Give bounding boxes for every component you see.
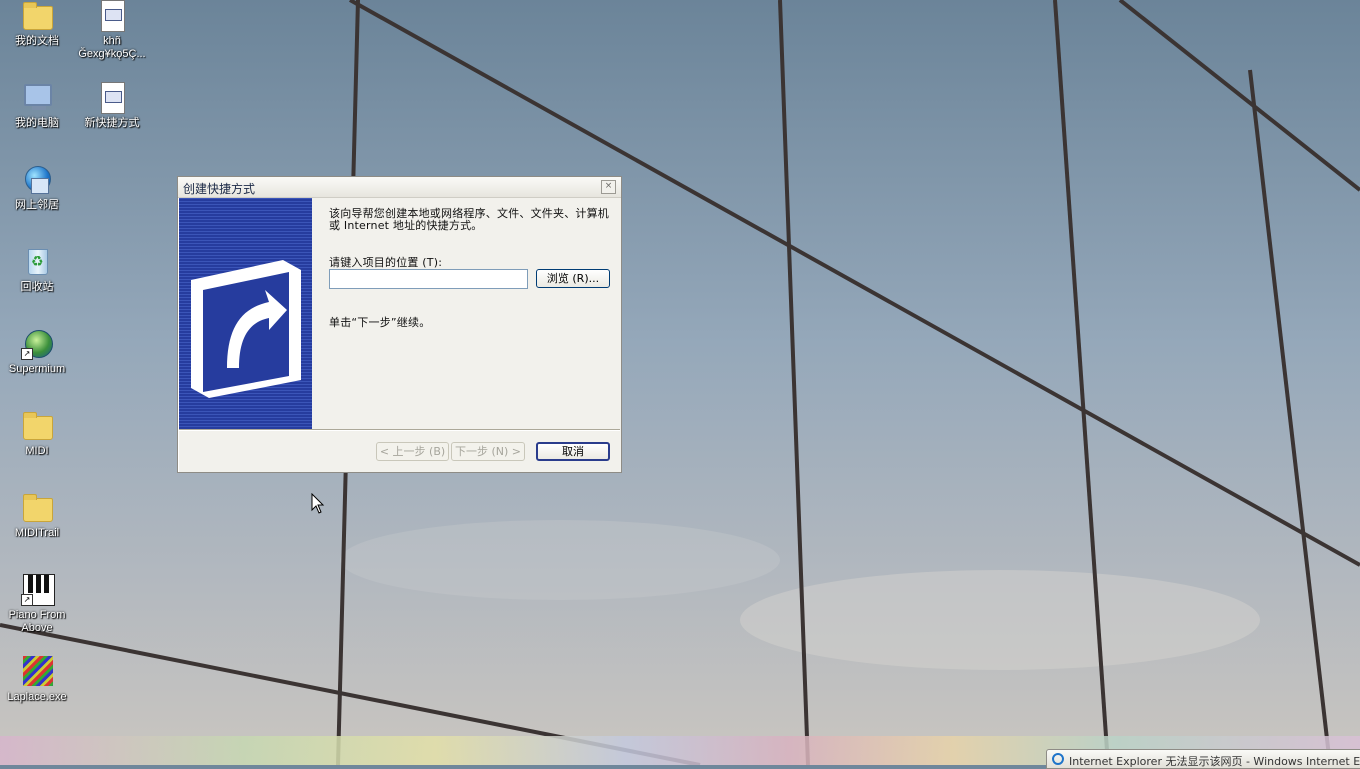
folder-documents-icon — [21, 0, 53, 32]
next-button[interactable]: 下一步 (N) > — [451, 442, 525, 461]
location-label: 请键入项目的位置 (T): — [329, 256, 443, 269]
desktop-icon-my-documents[interactable]: 我的文档 — [0, 0, 74, 48]
cancel-button[interactable]: 取消 — [536, 442, 610, 461]
back-button[interactable]: < 上一步 (B) — [376, 442, 449, 461]
desktop-icon-piano-from-above[interactable]: ↗ Piano From Above — [0, 574, 74, 635]
internet-explorer-icon — [1052, 753, 1064, 765]
browse-button[interactable]: 浏览 (R)... — [536, 269, 610, 288]
laplace-app-icon — [21, 656, 53, 688]
computer-icon — [21, 82, 53, 114]
document-file-icon — [96, 0, 128, 32]
taskbar-item-title: Internet Explorer 无法显示该网页 - Windows Inte… — [1069, 755, 1360, 768]
mouse-cursor-icon — [311, 493, 325, 514]
wizard-banner — [179, 198, 312, 429]
desktop-icon-label: khñ Ğexg¥kǫ5Ç... — [78, 35, 146, 60]
desktop-icon-label: Laplace.exe — [7, 691, 67, 703]
desktop-icon-new-shortcut[interactable]: 新快捷方式 — [75, 82, 149, 130]
document-file-icon — [96, 82, 128, 114]
desktop-icon-label: 网上邻居 — [15, 199, 59, 211]
desktop-icon-label: MIDI — [25, 445, 49, 457]
folder-icon — [21, 410, 53, 442]
desktop-icon-miditrail[interactable]: MIDITrail — [0, 492, 74, 540]
next-step-hint: 单击“下一步”继续。 — [329, 316, 431, 329]
piano-keys-icon: ↗ — [21, 574, 55, 606]
network-globe-icon — [21, 164, 53, 196]
desktop-icon-label: Supermium — [8, 363, 66, 375]
desktop-icon-laplace[interactable]: Laplace.exe — [0, 656, 74, 704]
desktop-icon-file-khn[interactable]: khñ Ğexg¥kǫ5Ç... — [75, 0, 149, 61]
desktop-icon-network-places[interactable]: 网上邻居 — [0, 164, 74, 212]
desktop-icon-label: Piano From Above — [8, 609, 66, 634]
taskbar-item-internet-explorer[interactable]: Internet Explorer 无法显示该网页 - Windows Inte… — [1046, 749, 1360, 769]
desktop-icon-label: 我的文档 — [15, 35, 59, 47]
shortcut-arrow-icon — [179, 198, 312, 429]
supermium-browser-icon: ↗ — [21, 328, 53, 360]
desktop-icon-my-computer[interactable]: 我的电脑 — [0, 82, 74, 130]
desktop-icon-label: 我的电脑 — [15, 117, 59, 129]
create-shortcut-dialog: 创建快捷方式 × 该向导帮您创建本地或网络程序、文件、文件夹、计算机或 Inte… — [177, 176, 622, 473]
desktop-icon-label: MIDITrail — [14, 527, 60, 539]
folder-icon — [21, 492, 53, 524]
dialog-title: 创建快捷方式 — [183, 182, 256, 196]
desktop-icon-midi[interactable]: MIDI — [0, 410, 74, 458]
desktop-icon-recycle-bin[interactable]: 回收站 — [0, 246, 74, 294]
desktop-icon-label: 回收站 — [20, 281, 54, 293]
location-input[interactable] — [329, 269, 528, 289]
close-button[interactable]: × — [601, 180, 616, 194]
recycle-bin-icon — [21, 246, 53, 278]
dialog-separator — [179, 429, 620, 431]
close-icon: × — [604, 181, 613, 191]
desktop-icon-label: 新快捷方式 — [84, 117, 140, 129]
wizard-intro-text: 该向导帮您创建本地或网络程序、文件、文件夹、计算机或 Internet 地址的快… — [329, 207, 609, 232]
dialog-titlebar[interactable]: 创建快捷方式 × — [178, 177, 621, 198]
desktop-icon-supermium[interactable]: ↗ Supermium — [0, 328, 74, 376]
